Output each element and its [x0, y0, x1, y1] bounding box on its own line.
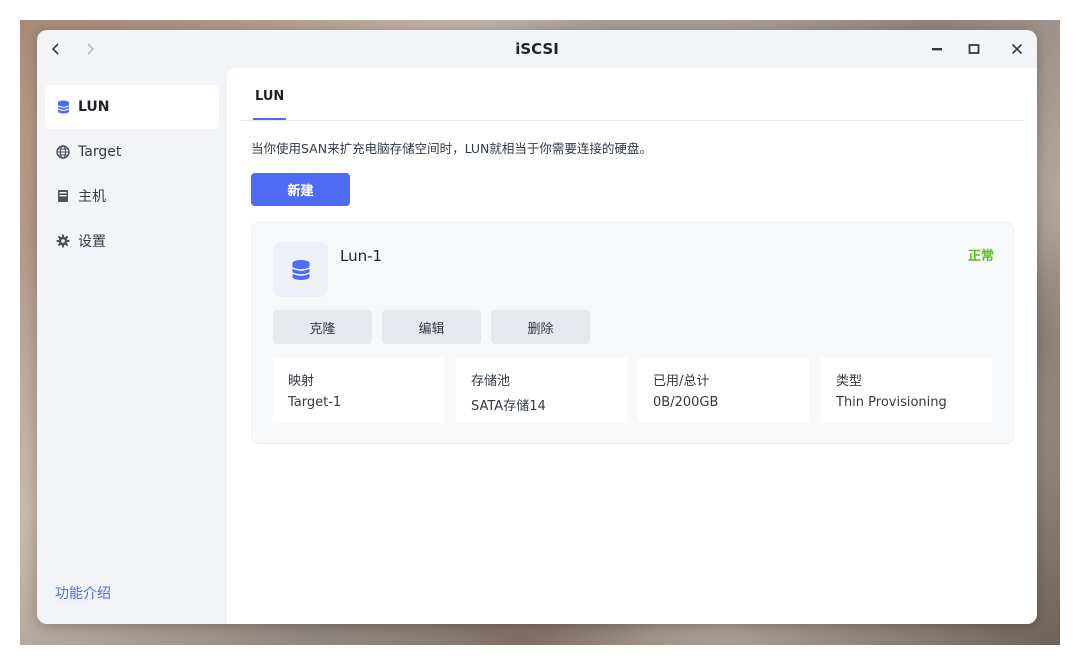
- edit-button[interactable]: 编辑: [382, 310, 481, 344]
- delete-button[interactable]: 删除: [491, 310, 590, 344]
- lun-name: Lun-1: [340, 247, 383, 265]
- maximize-button[interactable]: [963, 39, 985, 59]
- sidebar-item-label: 设置: [78, 234, 106, 250]
- main-content: LUN 当你使用SAN来扩充电脑存储空间时，LUN就相当于你需要连接的硬盘。 新…: [227, 68, 1037, 624]
- sidebar-item-label: 主机: [78, 189, 106, 205]
- tab-bar: LUN: [241, 68, 1023, 121]
- new-lun-button[interactable]: 新建: [251, 173, 350, 206]
- iscsi-window: iSCSI LUN Target 主机 设置 功能介绍 LUN 当你使用SAN来…: [37, 30, 1037, 624]
- sidebar-item-target[interactable]: Target: [45, 130, 219, 174]
- info-value: 0B/200GB: [653, 395, 719, 410]
- tab-lun[interactable]: LUN: [255, 89, 284, 104]
- info-value: Target-1: [288, 395, 342, 410]
- info-label: 类型: [836, 374, 863, 389]
- info-label: 已用/总计: [653, 374, 710, 389]
- feature-intro-link[interactable]: 功能介绍: [55, 583, 111, 603]
- info-cell-mapping: 映射 Target-1: [273, 357, 444, 423]
- lun-card: Lun-1 正常 克隆 编辑 删除 映射 Target-1 存储池 SATA存储…: [251, 222, 1014, 444]
- sidebar-item-label: LUN: [78, 99, 110, 115]
- server-icon: [56, 189, 70, 203]
- minimize-button[interactable]: [926, 39, 948, 59]
- sidebar-item-label: Target: [78, 144, 122, 160]
- info-cell-storage-pool: 存储池 SATA存储14: [456, 357, 627, 423]
- info-label: 映射: [288, 374, 315, 389]
- info-cell-type: 类型 Thin Provisioning: [821, 357, 992, 423]
- title-bar: iSCSI: [37, 30, 1037, 68]
- database-icon: [291, 259, 310, 280]
- sidebar-item-host[interactable]: 主机: [45, 174, 219, 218]
- page-description: 当你使用SAN来扩充电脑存储空间时，LUN就相当于你需要连接的硬盘。: [251, 141, 652, 156]
- sidebar-item-lun[interactable]: LUN: [45, 85, 219, 129]
- info-label: 存储池: [471, 374, 511, 389]
- info-cell-usage: 已用/总计 0B/200GB: [638, 357, 809, 423]
- sidebar-item-settings[interactable]: 设置: [45, 219, 219, 263]
- active-tab-indicator: [253, 118, 286, 120]
- clone-button[interactable]: 克隆: [273, 310, 372, 344]
- info-value: SATA存储14: [471, 399, 546, 414]
- minimize-icon: [932, 48, 942, 51]
- lun-icon-box: [273, 242, 328, 297]
- status-badge: 正常: [967, 249, 994, 264]
- globe-icon: [56, 145, 70, 159]
- window-title: iSCSI: [515, 40, 559, 58]
- maximize-icon: [968, 44, 980, 54]
- close-button[interactable]: [1006, 39, 1028, 59]
- gear-icon: [56, 234, 70, 248]
- close-icon: [1011, 43, 1023, 55]
- info-value: Thin Provisioning: [836, 395, 947, 410]
- sidebar: LUN Target 主机 设置 功能介绍: [37, 68, 227, 624]
- database-icon: [56, 100, 70, 114]
